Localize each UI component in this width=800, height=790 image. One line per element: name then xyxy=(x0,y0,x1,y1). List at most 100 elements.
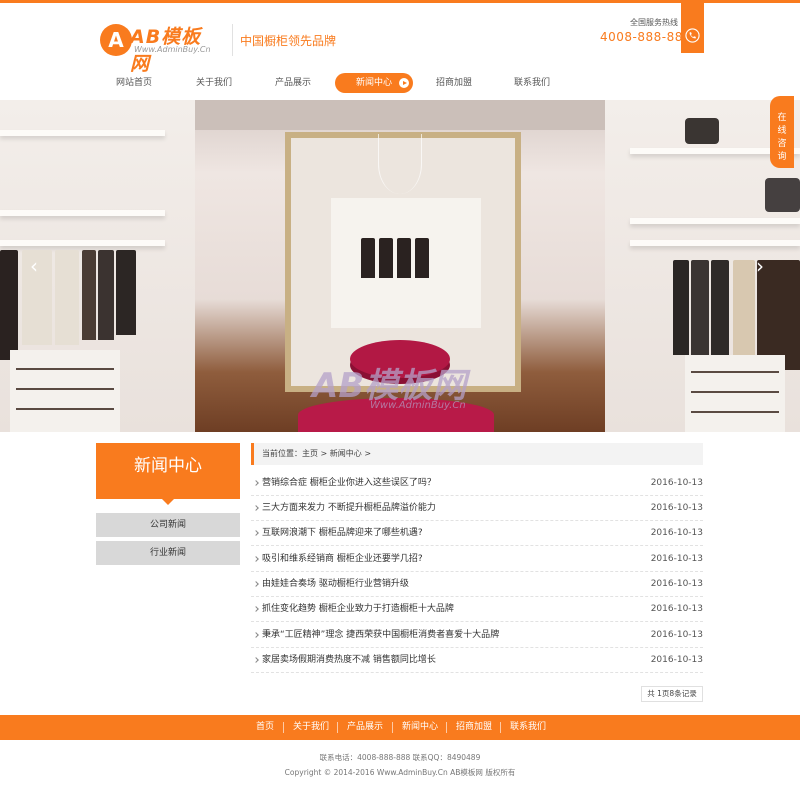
footer-separator xyxy=(392,722,393,733)
hanging-coat xyxy=(691,260,709,358)
nav-contact[interactable]: 联系我们 xyxy=(494,73,570,93)
hotline-number: 4008-888-888 xyxy=(600,30,692,44)
footer-contact: 联系电话：4008-888-888 联系QQ：8490489 xyxy=(319,753,481,762)
footer-separator xyxy=(283,722,284,733)
main-nav: 网站首页 关于我们 产品展示 新闻中心 招商加盟 联系我们 xyxy=(96,73,616,95)
news-title[interactable]: 营销综合症 橱柜企业你进入这些误区了吗？ xyxy=(262,471,436,496)
handbag xyxy=(685,118,719,144)
bullet-chevron-icon xyxy=(253,505,259,511)
reflected-coat xyxy=(397,238,411,278)
footer-separator xyxy=(446,722,447,733)
news-title[interactable]: 秉承“工匠精神”理念 捷西荣获中国橱柜消费者喜爱十大品牌 xyxy=(262,623,499,648)
news-date: 2016-10-13 xyxy=(650,478,703,488)
hanging-coat xyxy=(673,260,689,355)
hanging-coat xyxy=(711,260,729,360)
news-list-item[interactable]: 互联网浪潮下 橱柜品牌迎来了哪些机遇? 2016-10-13 xyxy=(251,521,703,546)
footer-link-products[interactable]: 产品展示 xyxy=(347,715,383,740)
footer-link-home[interactable]: 首页 xyxy=(256,715,274,740)
shelf xyxy=(630,218,800,224)
bullet-chevron-icon xyxy=(253,606,259,612)
online-consult-button[interactable]: 在线咨询 xyxy=(770,96,794,168)
news-date: 2016-10-13 xyxy=(650,630,703,640)
hanging-coat xyxy=(733,260,755,358)
shelf xyxy=(0,240,165,246)
news-list-item[interactable]: 营销综合症 橱柜企业你进入这些误区了吗？ 2016-10-13 xyxy=(251,471,703,496)
bullet-chevron-icon xyxy=(253,657,259,663)
drawer-unit xyxy=(10,350,120,432)
drawer-handle xyxy=(16,368,114,370)
bullet-chevron-icon xyxy=(253,632,259,638)
news-date: 2016-10-13 xyxy=(650,579,703,589)
news-title[interactable]: 抓住变化趋势 橱柜企业致力于打造橱柜十大品牌 xyxy=(262,597,454,622)
arrow-circle-icon xyxy=(399,78,409,88)
footer-link-contact[interactable]: 联系我们 xyxy=(510,715,546,740)
news-title[interactable]: 吸引和维系经销商 橱柜企业还要学几招? xyxy=(262,547,423,572)
phone-box xyxy=(681,0,704,53)
news-list-item[interactable]: 吸引和维系经销商 橱柜企业还要学几招? 2016-10-13 xyxy=(251,547,703,572)
news-title[interactable]: 互联网浪潮下 橱柜品牌迎来了哪些机遇? xyxy=(262,521,423,546)
news-title[interactable]: 由娃娃合奏场 驱动橱柜行业营销升级 xyxy=(262,572,409,597)
hanging-coat xyxy=(98,250,114,340)
nav-home[interactable]: 网站首页 xyxy=(96,73,172,93)
footer-link-news[interactable]: 新闻中心 xyxy=(402,715,438,740)
bullet-chevron-icon xyxy=(253,530,259,536)
news-date: 2016-10-13 xyxy=(650,655,703,665)
drawer-handle xyxy=(691,391,779,393)
site-slogan: 中国橱柜领先品牌 xyxy=(240,34,337,48)
banner-watermark-sub: Www.AdminBuy.Cn xyxy=(370,400,466,411)
handbag xyxy=(765,178,800,212)
drawer-handle xyxy=(16,388,114,390)
banner-ceiling xyxy=(130,100,670,130)
top-accent-line xyxy=(0,0,800,3)
footer-link-about[interactable]: 关于我们 xyxy=(293,715,329,740)
drawer-handle xyxy=(16,408,114,410)
bullet-chevron-icon xyxy=(253,480,259,486)
reflected-coat xyxy=(415,238,429,278)
hotline-label: 全国服务热线 xyxy=(630,18,678,27)
hanging-coat xyxy=(0,250,18,360)
reflected-coat xyxy=(379,238,393,278)
news-list-item[interactable]: 三大方面来发力 不断提升橱柜品牌溢价能力 2016-10-13 xyxy=(251,496,703,521)
site-logo[interactable]: A AB模板网 Www.AdminBuy.Cn xyxy=(100,22,220,75)
sidebar-item-industry-news[interactable]: 行业新闻 xyxy=(96,541,240,565)
nav-news-label: 新闻中心 xyxy=(355,78,392,88)
shelf xyxy=(0,130,165,136)
footer-nav: 首页 关于我们 产品展示 新闻中心 招商加盟 联系我们 xyxy=(0,715,800,740)
news-list-item[interactable]: 秉承“工匠精神”理念 捷西荣获中国橱柜消费者喜爱十大品牌 2016-10-13 xyxy=(251,623,703,648)
banner-prev-arrow-icon[interactable]: ‹ xyxy=(30,256,44,276)
bullet-chevron-icon xyxy=(253,556,259,562)
news-date: 2016-10-13 xyxy=(650,604,703,614)
footer-copyright: Copyright © 2014-2016 Www.AdminBuy.Cn AB… xyxy=(284,768,516,777)
news-title[interactable]: 三大方面来发力 不断提升橱柜品牌溢价能力 xyxy=(262,496,436,521)
header-divider xyxy=(232,24,233,56)
banner-next-arrow-icon[interactable]: › xyxy=(756,256,770,276)
shelf xyxy=(630,240,800,246)
news-date: 2016-10-13 xyxy=(650,528,703,538)
footer-link-franchise[interactable]: 招商加盟 xyxy=(456,715,492,740)
news-list-item[interactable]: 抓住变化趋势 橱柜企业致力于打造橱柜十大品牌 2016-10-13 xyxy=(251,597,703,622)
online-consult-label: 在线咨询 xyxy=(777,113,787,162)
chandelier xyxy=(378,134,422,194)
news-date: 2016-10-13 xyxy=(650,503,703,513)
sidebar-title: 新闻中心 xyxy=(96,443,240,499)
news-list-item[interactable]: 家居卖场假期消费热度不减 销售额同比增长 2016-10-13 xyxy=(251,648,703,673)
pagination-summary: 共 1页8条记录 xyxy=(641,686,703,702)
nav-news[interactable]: 新闻中心 xyxy=(335,73,413,93)
drawer-unit xyxy=(685,355,785,432)
nav-products[interactable]: 产品展示 xyxy=(255,73,331,93)
nav-franchise[interactable]: 招商加盟 xyxy=(416,73,492,93)
news-date: 2016-10-13 xyxy=(650,554,703,564)
phone-icon xyxy=(685,28,700,43)
footer-separator xyxy=(337,722,338,733)
breadcrumb: 当前位置：主页 > 新闻中心 > xyxy=(251,443,703,465)
hero-banner: AB模板网 Www.AdminBuy.Cn ‹ › xyxy=(0,100,800,432)
logo-subtitle: Www.AdminBuy.Cn xyxy=(134,45,211,54)
sidebar-item-company-news[interactable]: 公司新闻 xyxy=(96,513,240,537)
news-list-item[interactable]: 由娃娃合奏场 驱动橱柜行业营销升级 2016-10-13 xyxy=(251,572,703,597)
hanging-shirt xyxy=(55,250,79,345)
drawer-handle xyxy=(691,371,779,373)
nav-about[interactable]: 关于我们 xyxy=(176,73,252,93)
news-title[interactable]: 家居卖场假期消费热度不减 销售额同比增长 xyxy=(262,648,436,673)
logo-mark: A xyxy=(100,24,132,56)
reflected-coat xyxy=(361,238,375,278)
